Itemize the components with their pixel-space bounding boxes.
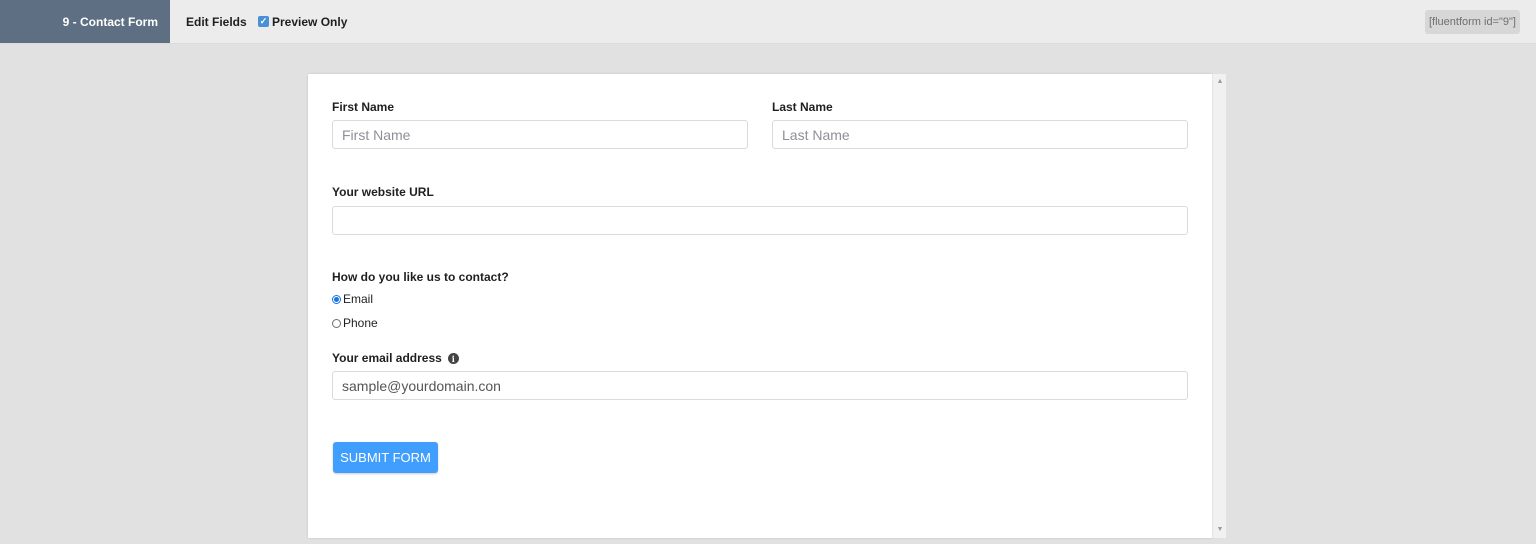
radio-checked-icon[interactable] xyxy=(332,294,341,304)
preview-only-toggle[interactable]: ✓ Preview Only xyxy=(258,0,347,43)
last-name-input[interactable] xyxy=(772,120,1188,149)
top-toolbar: 9 - Contact Form Edit Fields ✓ Preview O… xyxy=(0,0,1536,44)
edit-fields-link[interactable]: Edit Fields xyxy=(186,0,247,43)
first-name-input[interactable] xyxy=(332,120,748,149)
scroll-down-arrow-icon[interactable]: ▼ xyxy=(1213,524,1227,536)
form-preview-card: First Name Last Name Your website URL Ho… xyxy=(308,74,1212,538)
info-icon[interactable]: i xyxy=(447,353,459,365)
first-name-label: First Name xyxy=(332,100,395,114)
scroll-up-arrow-icon[interactable]: ▲ xyxy=(1213,76,1227,88)
website-url-input[interactable] xyxy=(332,206,1188,235)
contact-method-label: How do you like us to contact? xyxy=(332,270,509,284)
submit-form-button[interactable]: SUBMIT FORM xyxy=(333,442,438,473)
checkbox-checked-icon[interactable]: ✓ xyxy=(258,16,269,27)
shortcode-badge[interactable]: [fluentform id="9"] xyxy=(1425,10,1520,34)
last-name-label: Last Name xyxy=(772,100,833,114)
radio-option-email[interactable]: Email xyxy=(332,292,373,306)
email-address-input[interactable] xyxy=(332,371,1188,400)
preview-only-label: Preview Only xyxy=(272,14,348,29)
email-address-label-row: Your email address i xyxy=(332,351,459,365)
form-scrollbar[interactable]: ▲ ▼ xyxy=(1212,74,1226,538)
edit-fields-label: Edit Fields xyxy=(186,14,247,29)
radio-option-label: Phone xyxy=(343,316,378,330)
website-url-label: Your website URL xyxy=(332,185,434,199)
form-title-tab[interactable]: 9 - Contact Form xyxy=(0,0,170,43)
email-address-label: Your email address xyxy=(332,351,442,365)
form-title: 9 - Contact Form xyxy=(62,14,158,29)
radio-unchecked-icon[interactable] xyxy=(332,318,341,328)
radio-option-label: Email xyxy=(343,292,374,306)
shortcode-text: [fluentform id="9"] xyxy=(1429,16,1516,28)
radio-option-phone[interactable]: Phone xyxy=(332,316,378,330)
